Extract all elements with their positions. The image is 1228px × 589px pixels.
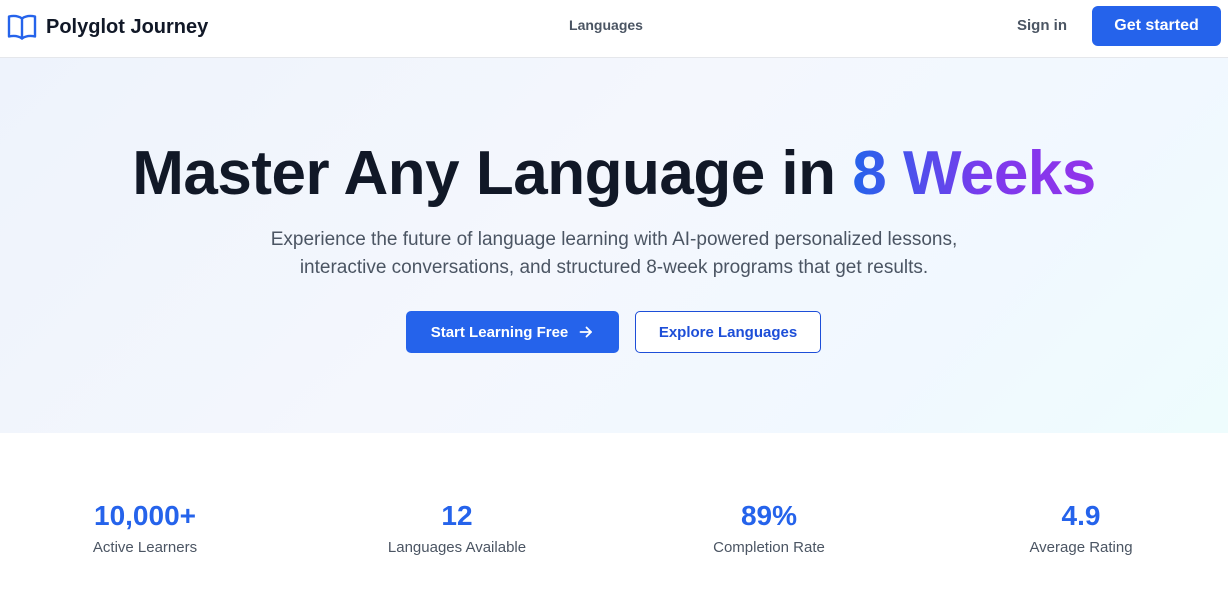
brand-logo-link[interactable]: Polyglot Journey (7, 12, 208, 42)
stat-completion-rate: 89% Completion Rate (669, 498, 869, 558)
stat-label: Completion Rate (713, 539, 825, 556)
stat-label: Average Rating (1029, 539, 1133, 556)
start-learning-free-button[interactable]: Start Learning Free (406, 311, 619, 353)
brand-name: Polyglot Journey (46, 15, 209, 38)
arrow-right-icon (578, 324, 594, 340)
hero-title-highlight: 8 Weeks (852, 139, 1096, 208)
stat-value: 89% (740, 500, 798, 531)
explore-languages-button[interactable]: Explore Languages (635, 311, 821, 353)
stat-value: 10,000+ (94, 500, 196, 531)
hero-subtitle: Experience the future of language learni… (200, 226, 1028, 282)
hero-subtitle-line-1: Experience the future of language learni… (270, 229, 958, 250)
hero-subtitle-line-2: interactive conversations, and structure… (299, 257, 929, 278)
hero-title: Master Any Language in 8 Weeks (0, 140, 1228, 208)
nav-link-languages[interactable]: Languages (560, 17, 652, 33)
stat-languages-available: 12 Languages Available (357, 498, 557, 558)
stat-active-learners: 10,000+ Active Learners (45, 498, 245, 558)
stat-value: 4.9 (1061, 500, 1101, 531)
top-navbar: Polyglot Journey Languages Sign in Get s… (0, 0, 1228, 58)
hero-title-main: Master Any Language in (132, 139, 853, 208)
stat-label: Active Learners (92, 539, 198, 556)
stat-value: 12 (441, 500, 473, 531)
stat-average-rating: 4.9 Average Rating (981, 498, 1181, 558)
open-book-icon (7, 13, 37, 41)
get-started-button[interactable]: Get started (1092, 6, 1221, 46)
start-learning-free-label: Start Learning Free (430, 323, 569, 341)
stat-label: Languages Available (387, 539, 527, 556)
sign-in-link[interactable]: Sign in (1010, 17, 1074, 34)
